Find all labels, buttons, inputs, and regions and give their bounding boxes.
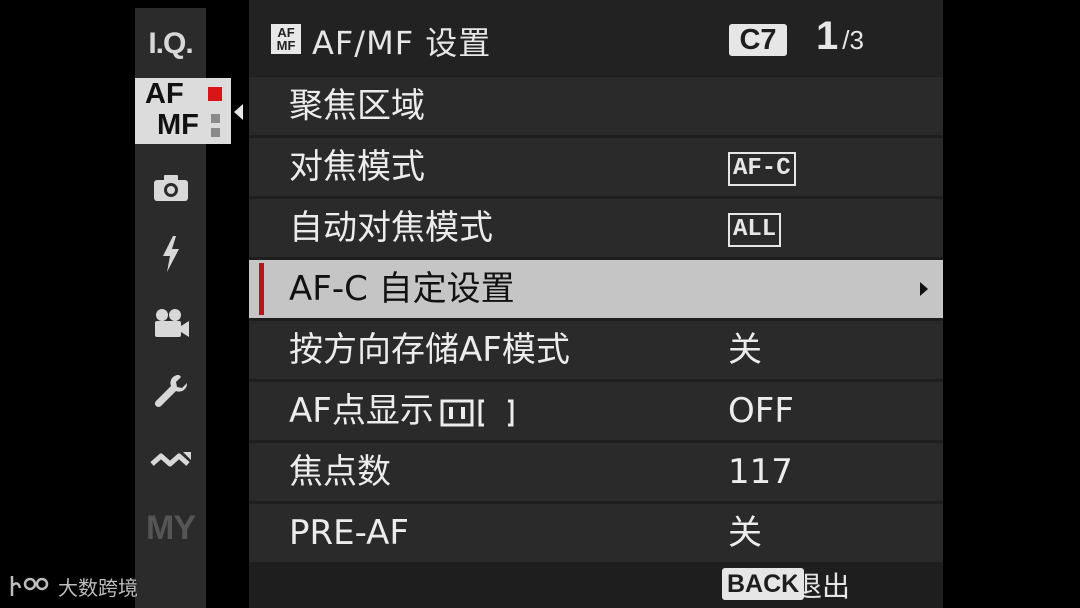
active-indicator-square <box>208 87 222 101</box>
back-button-icon[interactable]: BACK <box>722 568 805 600</box>
category-sidebar: I.Q. AF MF MY <box>135 8 243 608</box>
menu-item-af-c-custom[interactable]: AF-C 自定设置 <box>249 260 943 318</box>
indicator-square <box>211 114 220 123</box>
category-shooting[interactable] <box>135 158 206 218</box>
iq-label: I.Q. <box>148 27 193 60</box>
settings-panel: AF MF AF/MF 设置 C7 1/3 聚焦区域 对焦模式 AF-C 自动对… <box>249 0 943 608</box>
menu-item-label: 聚焦区域 <box>289 86 425 126</box>
menu-item-label: PRE-AF <box>289 513 409 553</box>
af-mf-icon: AF MF <box>271 24 301 54</box>
panel-header: AF MF AF/MF 设置 C7 1/3 <box>249 0 943 76</box>
af-label: AF <box>145 78 184 110</box>
menu-item-af-point-display[interactable]: AF点显示 OFF <box>249 382 943 440</box>
watermark-text: 大数跨境 <box>58 576 138 600</box>
menu-item-value: 关 <box>728 513 762 553</box>
focus-mode-value-icon: AF-C <box>728 152 796 186</box>
page-indicator: 1/3 <box>816 14 864 59</box>
menu-item-label: 对焦模式 <box>289 147 425 187</box>
category-setup[interactable] <box>135 361 206 421</box>
menu-item-focus-mode[interactable]: 对焦模式 AF-C <box>249 138 943 196</box>
af-point-label-text: AF点显示 <box>289 391 434 431</box>
menu-item-af-mode[interactable]: 自动对焦模式 ALL <box>249 199 943 257</box>
menu-item-label: AF点显示 <box>289 391 516 431</box>
page-title: AF/MF 设置 <box>312 24 492 62</box>
page-total: /3 <box>842 25 864 55</box>
category-movie[interactable] <box>135 294 206 354</box>
menu-item-label: 自动对焦模式 <box>289 208 493 248</box>
connection-icon <box>149 452 191 467</box>
menu-item-label: 焦点数 <box>289 452 391 492</box>
category-my-menu[interactable]: MY <box>135 498 206 558</box>
watermark: 大数跨境 <box>8 572 138 601</box>
menu-item-focus-points[interactable]: 焦点数 117 <box>249 443 943 501</box>
watermark-logo-icon <box>10 575 49 596</box>
menu-item-value: OFF <box>728 391 794 431</box>
movie-camera-icon <box>154 309 189 337</box>
af-mf-icon-bottom: MF <box>276 38 296 53</box>
menu-item-pre-af[interactable]: PRE-AF 关 <box>249 504 943 562</box>
custom-setting-badge: C7 <box>729 24 787 56</box>
selected-category-pointer-icon <box>234 104 243 120</box>
menu-item-focus-area[interactable]: 聚焦区域 <box>249 77 943 135</box>
submenu-arrow-icon <box>920 282 928 296</box>
camera-icon <box>153 175 188 201</box>
menu-item-store-af-mode[interactable]: 按方向存储AF模式 关 <box>249 321 943 379</box>
menu-item-label: AF-C 自定设置 <box>289 269 515 309</box>
menu-item-value: 关 <box>728 330 762 370</box>
category-image-quality[interactable]: I.Q. <box>135 14 206 74</box>
indicator-square <box>211 128 220 137</box>
exit-label: 退出 <box>794 570 851 603</box>
category-af-mf[interactable]: AF MF <box>135 78 243 144</box>
wrench-icon <box>154 374 187 408</box>
menu-item-value: 117 <box>728 452 793 492</box>
menu-item-label: 按方向存储AF模式 <box>289 330 570 370</box>
my-label: MY <box>146 508 196 547</box>
selection-bar <box>259 263 264 315</box>
category-flash[interactable] <box>135 224 206 284</box>
page-current: 1 <box>816 14 839 58</box>
flash-icon <box>162 236 179 272</box>
mf-label: MF <box>157 109 199 141</box>
af-point-icon <box>440 399 514 426</box>
category-connection[interactable] <box>135 430 206 490</box>
af-mode-value-icon: ALL <box>728 213 782 247</box>
